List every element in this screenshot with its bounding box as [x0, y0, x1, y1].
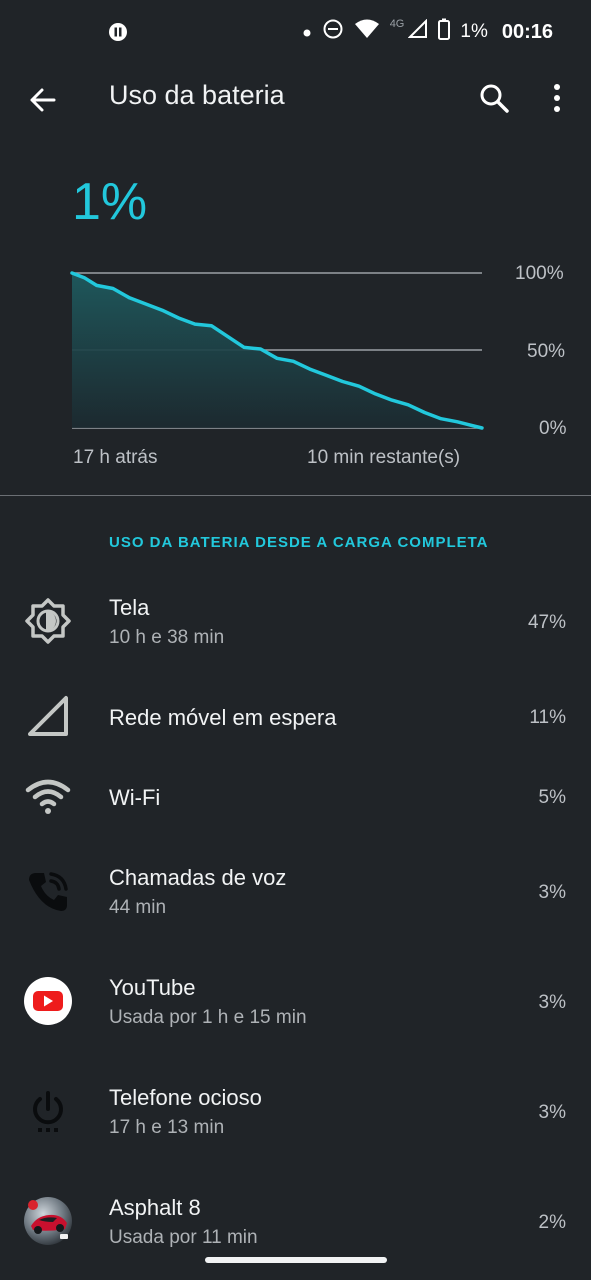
network-type-label: 4G	[389, 18, 405, 30]
power-idle-icon	[22, 1085, 74, 1137]
list-item[interactable]: YouTube Usada por 1 h e 15 min 3%	[0, 970, 591, 1060]
item-percent: 5%	[538, 787, 566, 808]
item-detail: 17 h e 13 min	[109, 1117, 225, 1138]
list-item[interactable]: Tela 10 h e 38 min 47%	[0, 590, 591, 680]
item-name: Telefone ocioso	[109, 1085, 262, 1110]
search-icon[interactable]	[474, 78, 514, 118]
item-percent: 3%	[538, 992, 566, 1013]
signal-status-icon	[407, 18, 428, 45]
item-percent: 3%	[538, 1102, 566, 1123]
list-item[interactable]: Chamadas de voz 44 min 3%	[0, 860, 591, 950]
chart-plot	[70, 271, 484, 430]
item-name: Chamadas de voz	[109, 865, 287, 890]
y-tick-label: 100%	[515, 263, 564, 284]
list-item[interactable]: Rede móvel em espera 11%	[0, 690, 591, 760]
x-label-end: 10 min restante(s)	[307, 447, 461, 468]
battery-status-icon	[438, 18, 451, 46]
item-detail: Usada por 1 h e 15 min	[109, 1007, 307, 1028]
list-item[interactable]: Telefone ocioso 17 h e 13 min 3%	[0, 1080, 591, 1170]
item-name: Wi-Fi	[109, 785, 161, 810]
divider	[0, 495, 591, 496]
notification-dot-icon	[302, 21, 312, 44]
do-not-disturb-icon	[322, 18, 344, 46]
app-toolbar: Uso da bateria	[0, 64, 591, 134]
phone-call-icon	[22, 866, 74, 918]
battery-percent: 1%	[460, 21, 488, 42]
x-label-start: 17 h atrás	[73, 447, 158, 468]
youtube-icon	[22, 975, 74, 1027]
item-name: YouTube	[109, 975, 196, 1000]
battery-usage-chart: 100% 50% 0% 17 h atrás 10 min restante(s…	[0, 250, 591, 480]
battery-level: 1%	[72, 173, 148, 231]
item-name: Tela	[109, 595, 150, 620]
y-tick-label: 50%	[527, 341, 566, 362]
asphalt-app-icon	[22, 1195, 74, 1247]
item-name: Asphalt 8	[109, 1195, 201, 1220]
page-title: Uso da bateria	[109, 80, 285, 110]
item-name: Rede móvel em espera	[109, 705, 337, 730]
brightness-icon	[22, 595, 74, 647]
item-percent: 3%	[538, 882, 566, 903]
section-header: USO DA BATERIA DESDE A CARGA COMPLETA	[109, 534, 489, 551]
item-percent: 47%	[527, 612, 566, 633]
cell-signal-icon	[22, 690, 74, 742]
item-percent: 11%	[529, 707, 566, 728]
y-tick-label: 0%	[539, 418, 567, 439]
wifi-icon	[22, 770, 74, 822]
item-detail: 44 min	[109, 897, 167, 918]
list-item[interactable]: Asphalt 8 Usada por 11 min 2%	[0, 1190, 591, 1280]
item-percent: 2%	[538, 1212, 566, 1233]
navigation-handle[interactable]	[205, 1257, 387, 1263]
item-detail: Usada por 11 min	[109, 1227, 258, 1248]
wifi-status-icon	[354, 18, 380, 46]
item-detail: 10 h e 38 min	[109, 627, 225, 648]
status-bar: 4G 1% 00:16	[0, 0, 591, 64]
more-options-icon[interactable]	[540, 78, 574, 118]
back-arrow-icon[interactable]	[24, 80, 64, 120]
pause-notification-icon	[108, 22, 128, 47]
clock: 00:16	[501, 20, 553, 43]
list-item[interactable]: Wi-Fi 5%	[0, 770, 591, 840]
